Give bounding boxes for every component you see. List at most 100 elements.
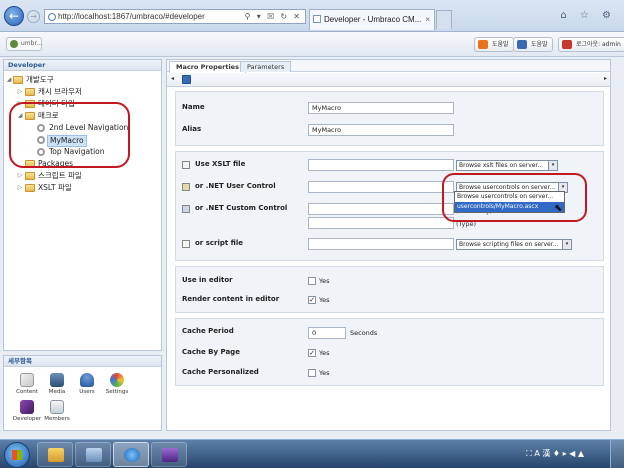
forward-button[interactable]: →: [27, 10, 40, 23]
section-media[interactable]: Media: [42, 373, 72, 395]
assembly-input[interactable]: [308, 203, 454, 215]
browser-tab[interactable]: Developer - Umbraco CM... ×: [309, 9, 435, 30]
expand-arrow-icon[interactable]: ▷: [17, 182, 23, 194]
tree-item-label: XSLT 파일: [38, 183, 72, 192]
type-input[interactable]: [308, 217, 454, 229]
show-desktop-button[interactable]: [610, 440, 624, 468]
address-tools[interactable]: ⚲ ▾ ☒ ↻ ✕: [245, 10, 302, 23]
help-icon: [478, 40, 488, 49]
script-file-label: or script file: [195, 239, 243, 247]
collapse-arrow-icon[interactable]: ◢: [6, 74, 12, 86]
section-label: Content: [16, 389, 38, 395]
render-content-yes: Yes: [319, 296, 330, 304]
taskbar-internet-explorer[interactable]: [113, 442, 149, 467]
taskbar-visual-studio[interactable]: [151, 442, 187, 467]
cache-personalized-checkbox[interactable]: [308, 369, 316, 377]
section-users[interactable]: Users: [72, 373, 102, 395]
section-label: Members: [44, 416, 70, 422]
visual-studio-icon: [162, 448, 178, 462]
cache-by-page-yes: Yes: [319, 349, 330, 357]
page-icon: [48, 13, 56, 21]
umbraco-logo-button[interactable]: umbr...: [6, 37, 42, 51]
folder-icon: [48, 448, 64, 462]
umbraco-logo-label: umbr...: [21, 40, 43, 47]
windows-taskbar: ⛶ A 漢 ♦ ▸ ◀ ▲: [0, 439, 624, 468]
section-label: Users: [79, 389, 95, 395]
cache-by-page-checkbox[interactable]: ✓: [308, 349, 316, 357]
tree-item-cache-browser[interactable]: ▷ 캐시 브라우저: [4, 86, 161, 98]
name-input[interactable]: MyMacro: [308, 102, 454, 114]
section-members[interactable]: Members: [42, 400, 72, 422]
save-icon[interactable]: [182, 75, 191, 84]
net-custom-control-label: or .NET Custom Control: [195, 204, 288, 212]
section-developer[interactable]: Developer: [12, 400, 42, 422]
editor-options-group: Use in editor Yes Render content in edit…: [175, 266, 604, 313]
cache-personalized-yes: Yes: [319, 369, 330, 377]
internet-explorer-icon: [124, 448, 140, 462]
tab-title: Developer - Umbraco CM...: [324, 15, 422, 24]
address-bar[interactable]: http://localhost:1867/umbraco/#developer…: [44, 9, 306, 24]
new-tab-button[interactable]: [436, 10, 452, 29]
tab-parameters[interactable]: Parameters: [240, 61, 292, 72]
back-button[interactable]: ←: [4, 6, 24, 26]
use-in-editor-checkbox[interactable]: [308, 277, 316, 285]
render-content-checkbox[interactable]: ✓: [308, 296, 316, 304]
tree-item-label: 캐시 브라우저: [38, 87, 82, 96]
expand-arrow-icon[interactable]: ▷: [17, 170, 23, 182]
name-alias-group: Name MyMacro Alias MyMacro: [175, 91, 604, 146]
cache-period-input[interactable]: 0: [308, 327, 346, 339]
taskbar-app[interactable]: [75, 442, 111, 467]
browser-chrome: ← → http://localhost:1867/umbraco/#devel…: [0, 0, 624, 32]
net-user-control-label: or .NET User Control: [195, 182, 276, 190]
net-user-control-input[interactable]: [308, 181, 454, 193]
developer-icon: [20, 400, 34, 414]
folder-icon: [25, 184, 35, 192]
help-label: 도움말: [492, 41, 509, 48]
script-select-value: Browse scripting files on server...: [459, 241, 559, 248]
tab-close-icon[interactable]: ×: [425, 10, 430, 29]
xslt-select[interactable]: Browse xslt files on server... ▾: [456, 160, 558, 171]
tree-item-scripting-files[interactable]: ▷ 스크립트 파일: [4, 170, 161, 182]
xslt-input[interactable]: [308, 159, 454, 171]
users-icon: [80, 373, 94, 387]
system-tray[interactable]: ⛶ A 漢 ♦ ▸ ◀ ▲: [526, 448, 584, 459]
taskbar-explorer[interactable]: [37, 442, 73, 467]
about-button[interactable]: 도움말: [513, 37, 553, 52]
sections-panel-title: 세부항목: [4, 356, 161, 367]
usercontrol-icon: [182, 183, 190, 191]
dropdown-highlight-annotation: [442, 173, 587, 222]
xslt-label: Use XSLT file: [195, 160, 246, 168]
window-icon: [86, 448, 102, 462]
section-settings[interactable]: Settings: [102, 373, 132, 395]
tree-item-developer-tools[interactable]: ◢ 개발도구: [4, 74, 161, 86]
logout-button[interactable]: 로그아웃: admin: [558, 37, 624, 52]
sections-panel: 세부항목 Content Media Users Settings Develo…: [3, 355, 162, 431]
cache-by-page-label: Cache By Page: [182, 348, 240, 356]
about-icon: [517, 40, 527, 49]
alias-input[interactable]: MyMacro: [308, 124, 454, 136]
section-label: Developer: [12, 416, 42, 422]
tree-item-xslt-files[interactable]: ▷ XSLT 파일: [4, 182, 161, 194]
umbraco-topbar: umbr... 도움말 도움말 로그아웃: admin: [0, 32, 624, 57]
umbraco-logo-icon: [10, 40, 18, 48]
cache-period-label: Cache Period: [182, 327, 234, 335]
toolbar-right-arrow-icon[interactable]: ▸: [604, 75, 607, 82]
script-select[interactable]: Browse scripting files on server... ▾: [456, 239, 572, 250]
logout-label: 로그아웃: admin: [576, 41, 621, 48]
tree-panel-title: Developer: [4, 60, 161, 71]
tab-macro-properties[interactable]: Macro Properties: [169, 61, 246, 73]
media-icon: [50, 373, 64, 387]
folder-icon: [13, 76, 23, 84]
start-button[interactable]: [4, 442, 30, 468]
browser-tools[interactable]: ⌂ ☆ ⚙: [560, 10, 616, 21]
expand-arrow-icon[interactable]: ▷: [17, 86, 23, 98]
macro-tabs: Macro Properties Parameters: [167, 60, 610, 73]
toolbar-left-arrow-icon[interactable]: ◂: [171, 75, 174, 82]
members-icon: [50, 400, 64, 414]
section-label: Settings: [105, 389, 129, 395]
editor-toolbar: ◂ ▸: [167, 73, 610, 87]
help-button[interactable]: 도움말: [474, 37, 514, 52]
section-content[interactable]: Content: [12, 373, 42, 395]
script-file-input[interactable]: [308, 238, 454, 250]
alias-label: Alias: [182, 125, 202, 133]
